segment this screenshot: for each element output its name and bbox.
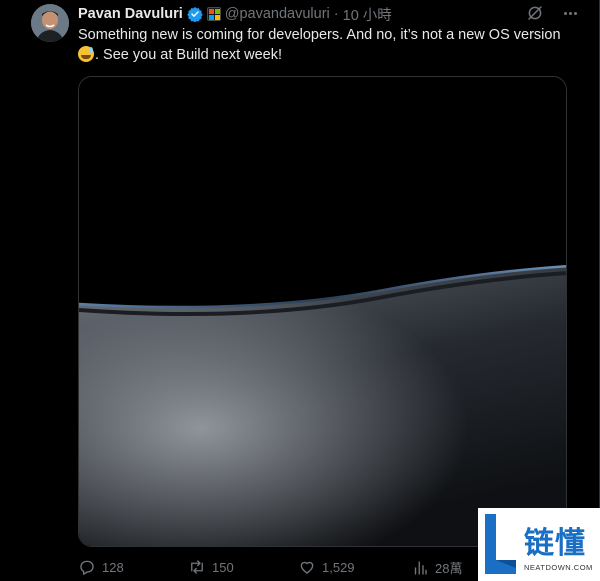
reply-count: 128: [102, 559, 124, 575]
tweet-media-image[interactable]: [78, 76, 567, 547]
tweet-card: Pavan Davuluri @pavandavuluri · 10 小時 So…: [0, 0, 600, 581]
avatar-image: [31, 4, 69, 42]
author-handle[interactable]: @pavandavuluri: [225, 6, 330, 22]
like-count: 1,529: [322, 559, 355, 575]
views-button[interactable]: 28萬: [411, 558, 462, 577]
repost-icon: [191, 560, 203, 574]
repost-count: 150: [212, 559, 234, 575]
avatar[interactable]: [31, 4, 69, 42]
verified-badge-icon: [187, 7, 203, 22]
watermark-brand-cn: 链懂: [524, 526, 586, 561]
timestamp[interactable]: 10 小時: [343, 4, 392, 25]
separator-dot: ·: [333, 6, 339, 22]
tweet-text-tail: . See you at Build next week!: [95, 47, 282, 63]
more-options-icon[interactable]: [560, 3, 580, 23]
repost-button[interactable]: 150: [188, 558, 234, 576]
like-button[interactable]: 1,529: [298, 558, 355, 576]
grinning-sweat-emoji-icon: [78, 46, 94, 62]
watermark-logo: 链懂 NEATDOWN.COM: [478, 508, 600, 581]
tweet-text: Something new is coming for developers. …: [78, 25, 578, 65]
affiliation-badge-icon[interactable]: [206, 7, 221, 21]
tweet-header: Pavan Davuluri @pavandavuluri · 10 小時: [78, 4, 392, 25]
view-count: 28萬: [435, 561, 463, 576]
tweet-text-main: Something new is coming for developers. …: [78, 27, 561, 43]
action-bar: 128 150 1,529 28萬: [78, 558, 478, 578]
watermark-brand-en: NEATDOWN.COM: [524, 563, 593, 572]
reply-icon: [80, 560, 94, 575]
watermark-l-logo-icon: [485, 514, 516, 574]
heart-icon: [300, 561, 314, 574]
teaser-artwork: [79, 77, 566, 546]
reply-button[interactable]: 128: [78, 558, 124, 576]
author-name[interactable]: Pavan Davuluri: [78, 6, 183, 22]
grok-icon[interactable]: [526, 4, 544, 22]
analytics-icon: [414, 560, 427, 575]
